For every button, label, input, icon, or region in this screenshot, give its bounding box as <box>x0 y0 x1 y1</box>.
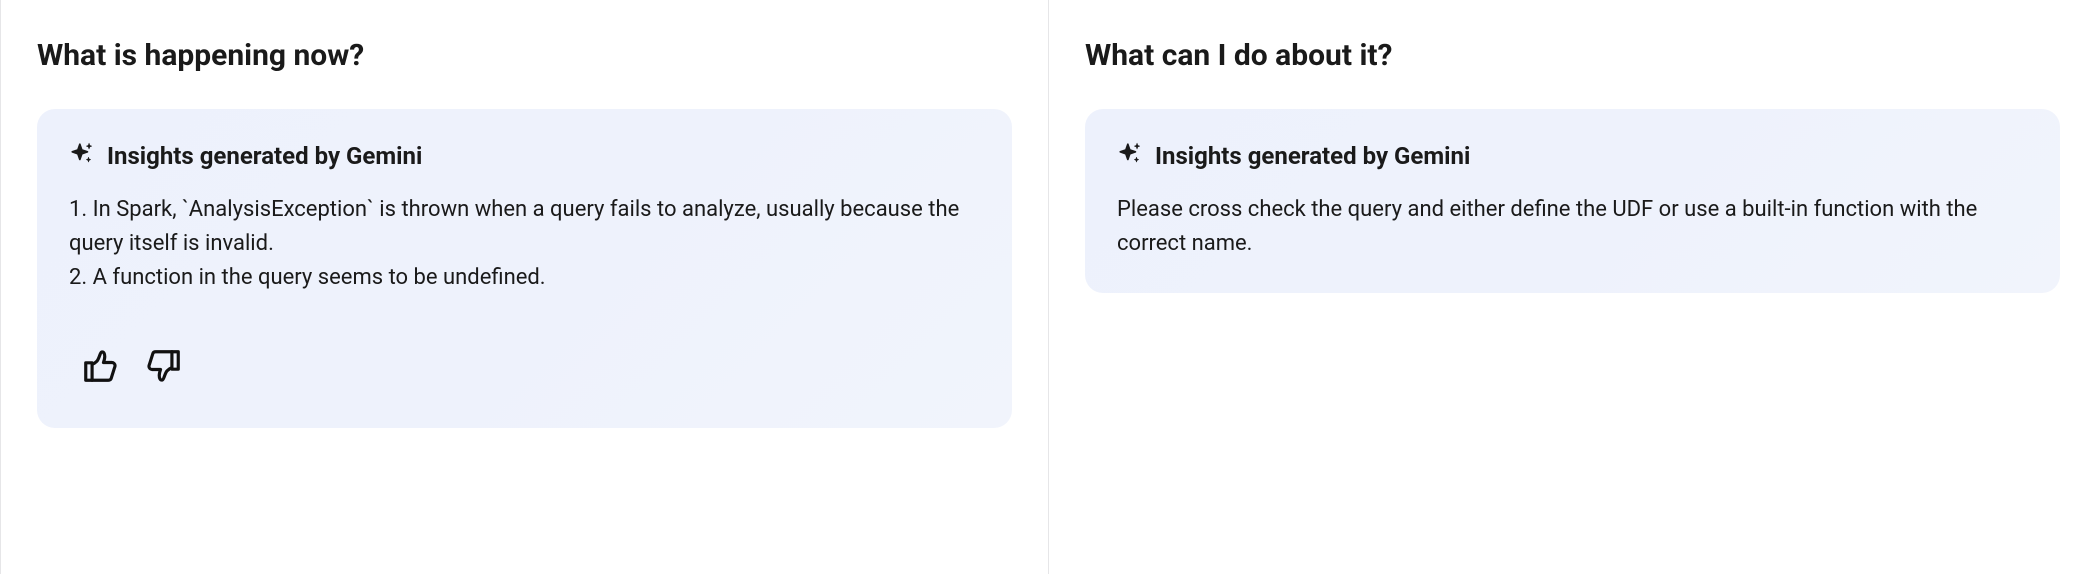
feedback-row <box>69 343 980 392</box>
sparkle-icon <box>1117 141 1143 171</box>
insight-header: Insights generated by Gemini <box>69 141 980 171</box>
panel-happening-now: What is happening now? Insights generate… <box>0 0 1048 574</box>
panel-title-action: What can I do about it? <box>1085 38 2060 73</box>
insight-header: Insights generated by Gemini <box>1117 141 2028 171</box>
panel-title-happening: What is happening now? <box>37 38 1012 73</box>
sparkle-icon <box>69 141 95 171</box>
thumbs-up-icon <box>81 347 119 388</box>
thumbs-down-icon <box>145 347 183 388</box>
insight-body-action: Please cross check the query and either … <box>1117 193 2028 261</box>
insight-body-happening: 1. In Spark, `AnalysisException` is thro… <box>69 193 980 295</box>
panel-what-to-do: What can I do about it? Insights generat… <box>1048 0 2096 574</box>
insight-panels: What is happening now? Insights generate… <box>0 0 2096 574</box>
insight-card-happening: Insights generated by Gemini 1. In Spark… <box>37 109 1012 428</box>
thumbs-up-button[interactable] <box>77 343 123 392</box>
thumbs-down-button[interactable] <box>141 343 187 392</box>
insight-header-label: Insights generated by Gemini <box>107 142 422 170</box>
insight-card-action: Insights generated by Gemini Please cros… <box>1085 109 2060 293</box>
insight-header-label: Insights generated by Gemini <box>1155 142 1470 170</box>
